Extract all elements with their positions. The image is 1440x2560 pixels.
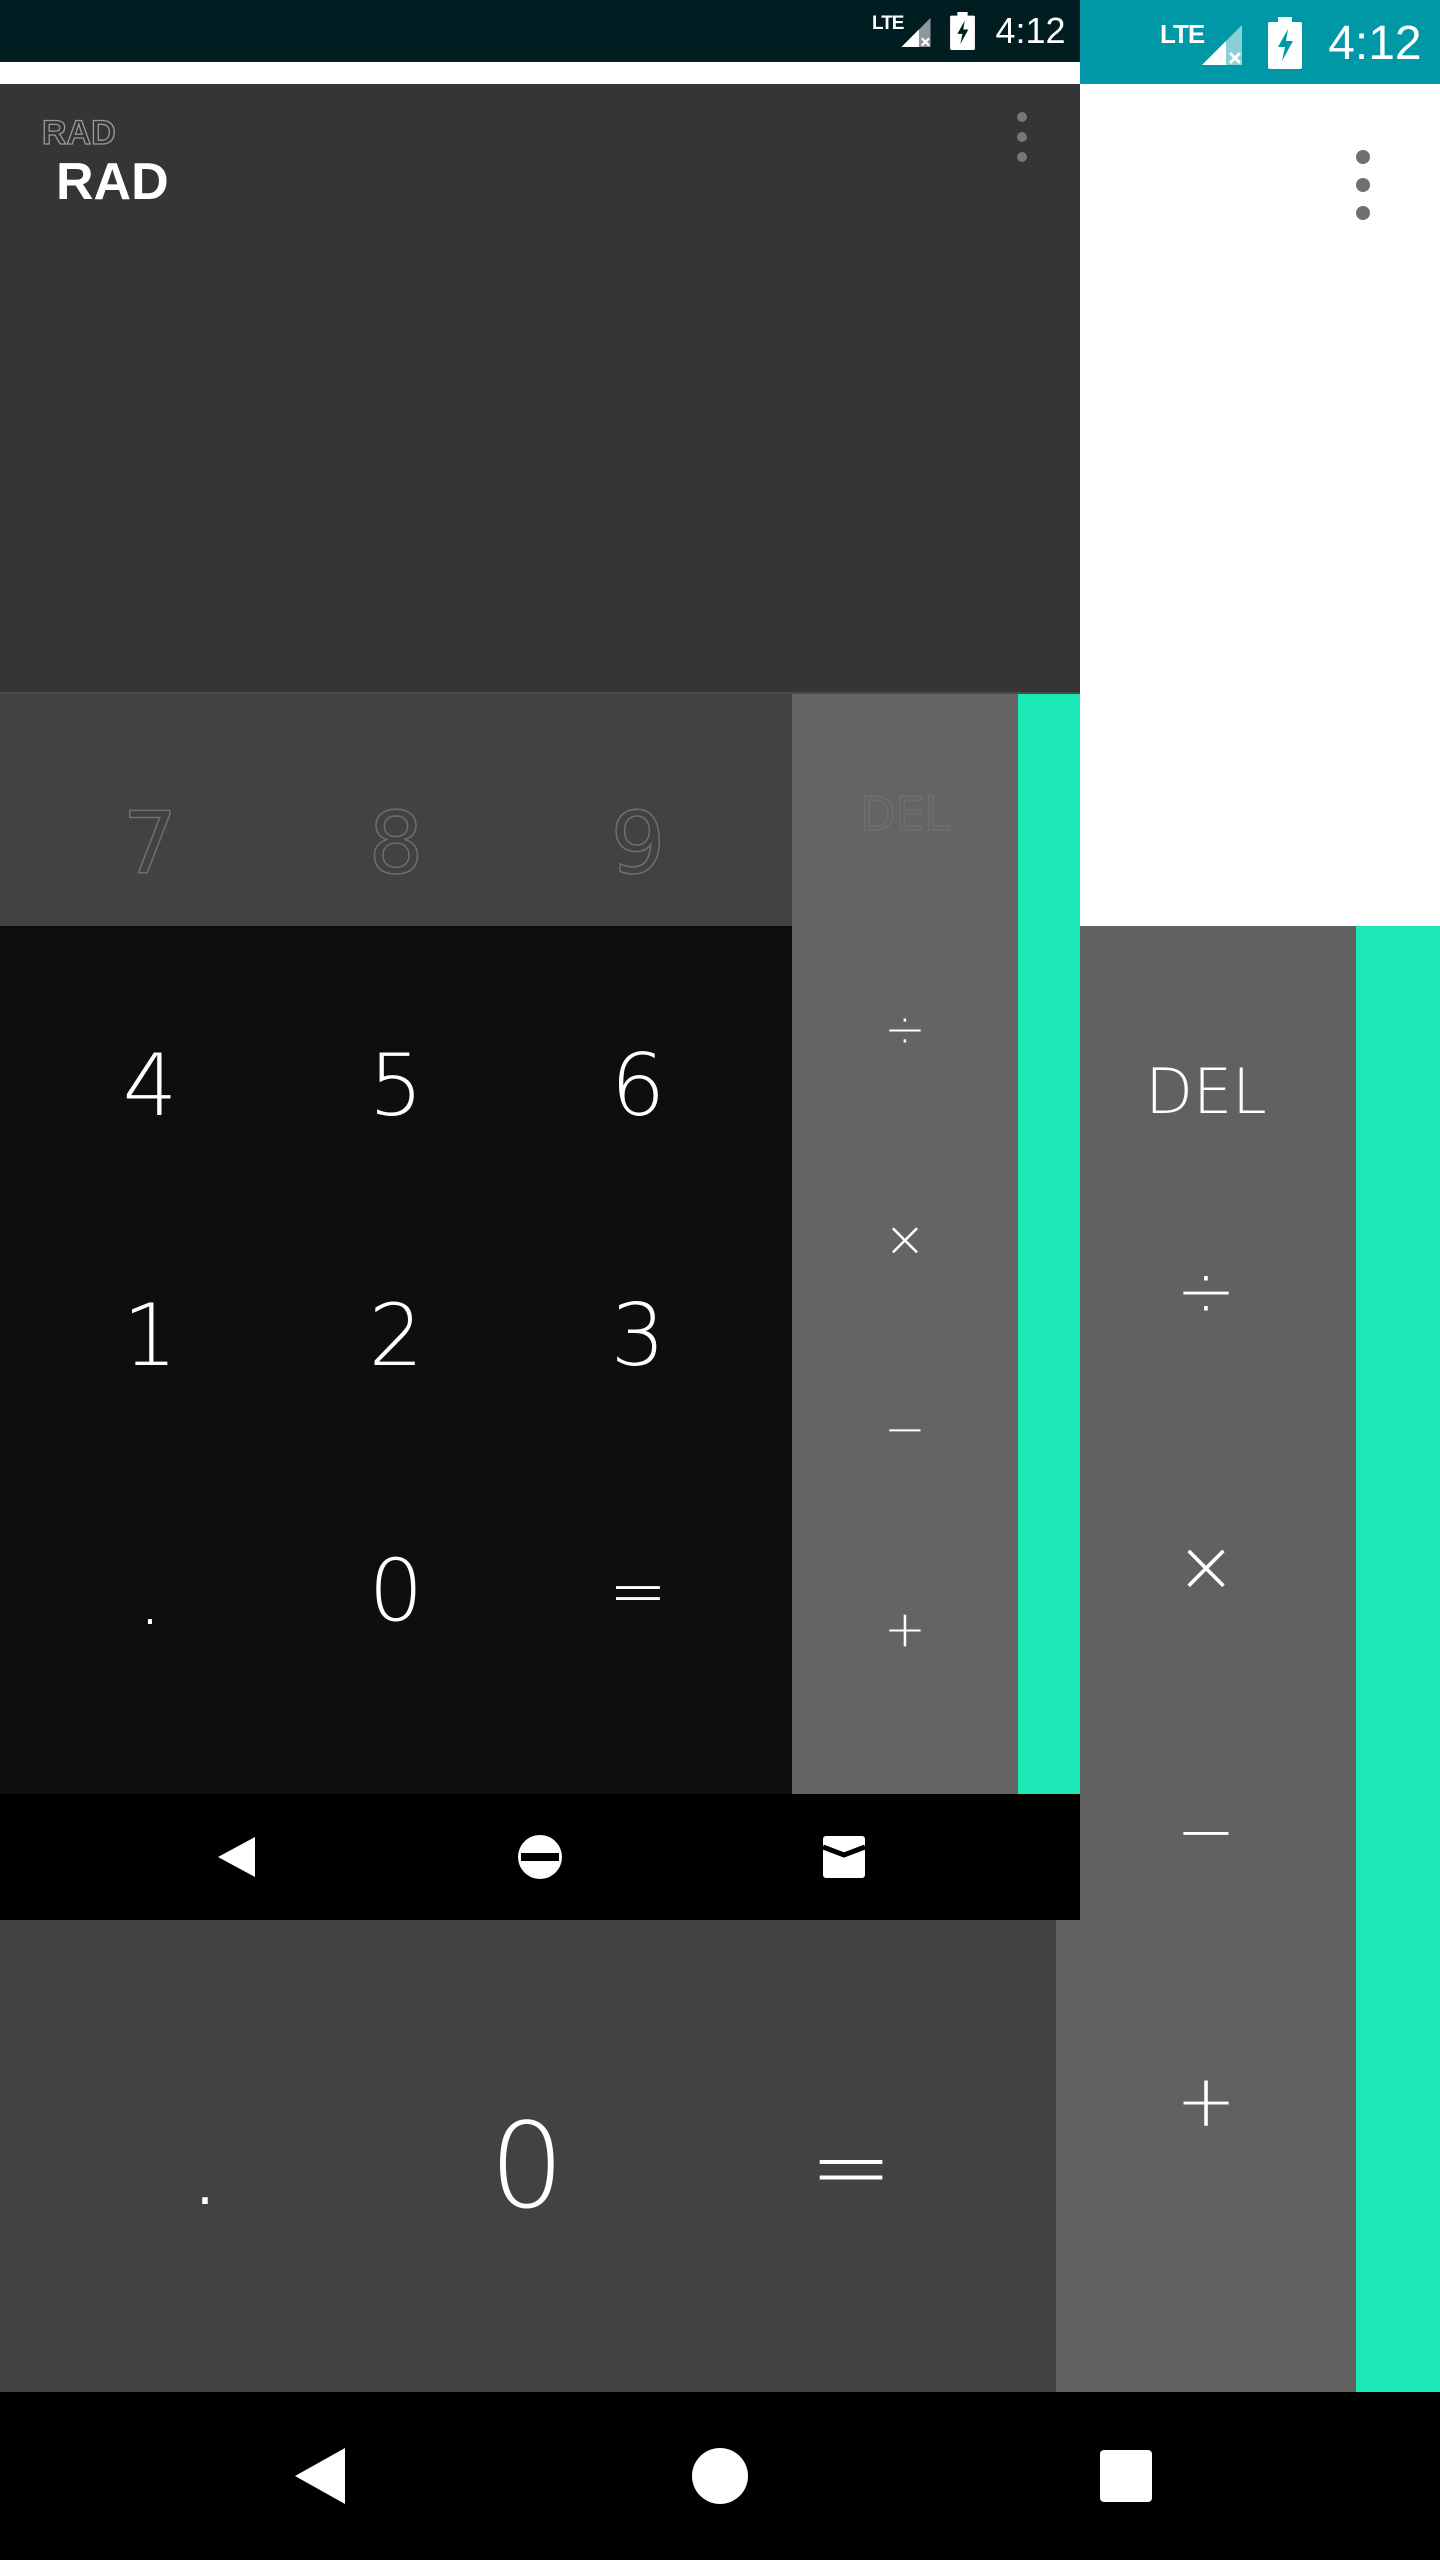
status-clock: 4:12 [1328,16,1422,70]
back-triangle-icon[interactable] [270,2426,370,2526]
key-5[interactable]: 5 [336,1026,456,1146]
signal-no-data-icon [901,17,932,47]
multiply-key[interactable]: × [792,1194,1018,1284]
divide-key[interactable]: ÷ [792,984,1018,1074]
calculator-display-front: RAD RAD [0,84,1080,694]
key-9[interactable]: 9 [578,784,698,904]
mode-indicator-ghost: RAD [41,113,116,152]
key-8[interactable]: 8 [336,784,456,904]
delete-key[interactable]: DEL [792,774,1018,854]
navigation-bar-front [0,1794,1080,1920]
multiply-key[interactable]: × [1056,1491,1356,1641]
key-0[interactable]: 0 [452,2076,602,2256]
more-vert-icon[interactable] [1343,150,1383,220]
key-3[interactable]: 3 [578,1276,698,1396]
numeric-pad-front: 4 5 6 1 2 3 . 0 = [0,926,792,1794]
key-1[interactable]: 1 [90,1276,210,1396]
key-6[interactable]: 6 [578,1026,698,1146]
status-bar-front: LTE 4:12 [0,0,1080,62]
network-type-label: LTE [1160,18,1205,49]
recents-square-icon[interactable] [804,1822,884,1892]
minus-key[interactable]: − [792,1384,1018,1474]
decimal-point-key[interactable]: . [130,2076,280,2256]
decimal-point-key[interactable]: . [90,1536,210,1656]
home-circle-icon[interactable] [500,1822,580,1892]
navigation-bar [0,2392,1440,2560]
equals-key[interactable]: = [776,2076,926,2256]
operator-pad: DEL ÷ × − + [1056,926,1356,2392]
numeric-pad-top-row: 7 8 9 [0,694,792,926]
toolbar-strip [0,62,1080,84]
back-triangle-icon[interactable] [196,1822,276,1892]
key-0[interactable]: 0 [336,1531,456,1651]
operator-pad-front: DEL ÷ × − + [792,694,1018,1794]
status-clock: 4:12 [995,10,1066,51]
equals-key[interactable]: = [578,1531,698,1651]
minus-key[interactable]: − [1056,1756,1356,1906]
divide-key[interactable]: ÷ [1056,1216,1356,1366]
signal-no-data-icon [1202,25,1243,65]
more-vert-icon[interactable] [1014,112,1030,162]
mode-indicator: RAD [56,153,169,211]
home-circle-icon[interactable] [670,2426,770,2526]
key-7[interactable]: 7 [90,784,210,904]
advanced-panel-handle[interactable] [1356,926,1440,2392]
advanced-panel-handle[interactable] [1018,694,1080,1794]
recents-square-icon[interactable] [1076,2426,1176,2526]
key-4[interactable]: 4 [90,1026,210,1146]
key-2[interactable]: 2 [336,1276,456,1396]
network-type-label: LTE [872,13,905,34]
battery-charging-icon [1268,17,1303,69]
delete-key[interactable]: DEL [1056,1026,1356,1156]
plus-key[interactable]: + [1056,2026,1356,2176]
battery-charging-icon [950,12,976,50]
plus-key[interactable]: + [792,1584,1018,1674]
